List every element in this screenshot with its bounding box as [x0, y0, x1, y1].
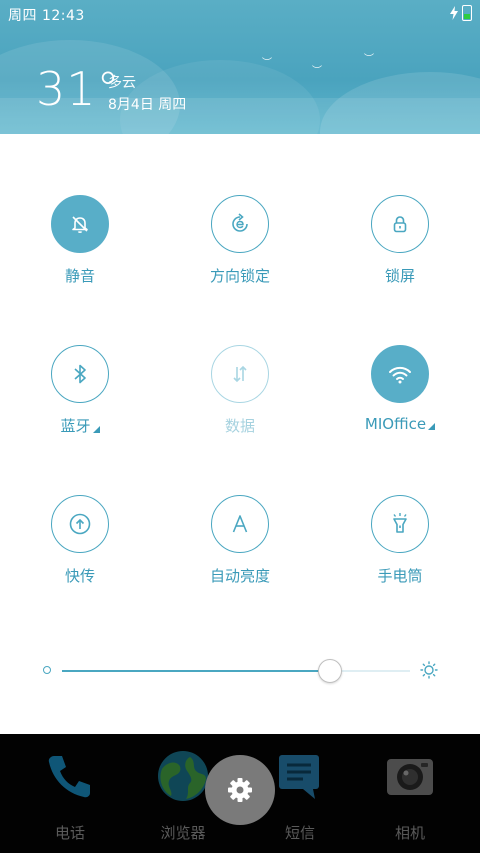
dock-app-camera[interactable]: 相机	[350, 748, 470, 843]
toggle-label: 方向锁定	[209, 267, 270, 285]
toggle-label: 锁屏	[384, 267, 415, 285]
toggle-label: 静音	[64, 267, 95, 285]
weather-date: 8月4日 周四	[108, 97, 187, 113]
charging-icon	[450, 6, 458, 20]
brightness-thumb[interactable]	[317, 659, 342, 683]
dock-label: 电话	[54, 824, 85, 842]
toggle-button[interactable]	[371, 345, 429, 403]
bird-icon: ︶	[364, 54, 374, 65]
gear-icon	[228, 778, 252, 802]
brightness-low-icon	[43, 666, 51, 674]
toggle-button[interactable]	[51, 195, 109, 253]
rotation-lock-icon	[232, 213, 248, 232]
toggle-lock-screen[interactable]: 锁屏	[320, 195, 480, 286]
status-icons	[450, 5, 472, 21]
quick-settings-grid: 静音 方向锁定 锁屏 蓝牙 数据 MIOffice 快传 自动亮度 手电筒	[0, 134, 480, 734]
toggle-mobile-data[interactable]: 数据	[160, 345, 320, 436]
toggle-label-text: 蓝牙	[60, 417, 91, 435]
lock-icon	[393, 216, 407, 233]
toggle-auto-brightness[interactable]: 自动亮度	[160, 495, 320, 586]
toggle-silent[interactable]: 静音	[0, 195, 160, 286]
toggle-button[interactable]	[371, 195, 429, 253]
bluetooth-icon	[74, 364, 86, 384]
toggle-flashlight[interactable]: 手电筒	[320, 495, 480, 586]
toggle-button[interactable]	[51, 345, 109, 403]
dock-label: 短信	[284, 824, 315, 842]
mobile-data-icon	[233, 365, 247, 383]
phone-icon	[42, 748, 98, 804]
browser-icon	[155, 748, 211, 804]
settings-button[interactable]	[205, 755, 275, 825]
camera-icon	[382, 748, 438, 804]
toggle-label[interactable]: 蓝牙	[60, 415, 100, 436]
messages-icon	[272, 748, 328, 804]
auto-brightness-icon	[232, 515, 248, 533]
bird-icon: ︶	[262, 58, 272, 69]
battery-icon	[462, 5, 472, 21]
toggle-button[interactable]	[211, 495, 269, 553]
toggle-label-text: MIOffice	[364, 415, 427, 433]
bell-off-icon	[72, 216, 88, 234]
brightness-track[interactable]	[62, 670, 410, 672]
expand-menu-icon	[92, 426, 100, 433]
quick-transfer-icon	[69, 513, 91, 535]
toggle-button[interactable]	[371, 495, 429, 553]
status-bar: 周四 12:43	[0, 0, 480, 28]
dock-label: 相机	[394, 824, 425, 842]
weather-condition: 多云	[108, 75, 136, 91]
toggle-button[interactable]	[211, 345, 269, 403]
toggle-wifi[interactable]: MIOffice	[320, 345, 480, 433]
brightness-fill	[62, 670, 330, 672]
bird-icon: ︶	[312, 66, 322, 77]
toggle-button[interactable]	[211, 195, 269, 253]
toggle-label[interactable]: MIOffice	[364, 415, 436, 433]
wifi-icon	[389, 366, 411, 384]
dock-label: 浏览器	[160, 824, 206, 842]
toggle-quick-transfer[interactable]: 快传	[0, 495, 160, 586]
toggle-label: 自动亮度	[209, 567, 270, 585]
expand-menu-icon	[428, 423, 436, 430]
flashlight-icon	[393, 513, 407, 533]
toggle-label: 快传	[64, 567, 95, 585]
toggle-label: 数据	[224, 417, 255, 435]
brightness-high-icon	[420, 661, 438, 679]
toggle-rotation-lock[interactable]: 方向锁定	[160, 195, 320, 286]
toggle-bluetooth[interactable]: 蓝牙	[0, 345, 160, 436]
weather-header[interactable]: ︶ ︶ ︶ 周四 12:43 31° 多云 8月4日 周四	[0, 0, 480, 134]
brightness-slider[interactable]	[40, 648, 440, 692]
toggle-label: 手电筒	[377, 567, 423, 585]
dock-app-phone[interactable]: 电话	[10, 748, 130, 843]
status-time: 周四 12:43	[8, 8, 85, 24]
toggle-button[interactable]	[51, 495, 109, 553]
